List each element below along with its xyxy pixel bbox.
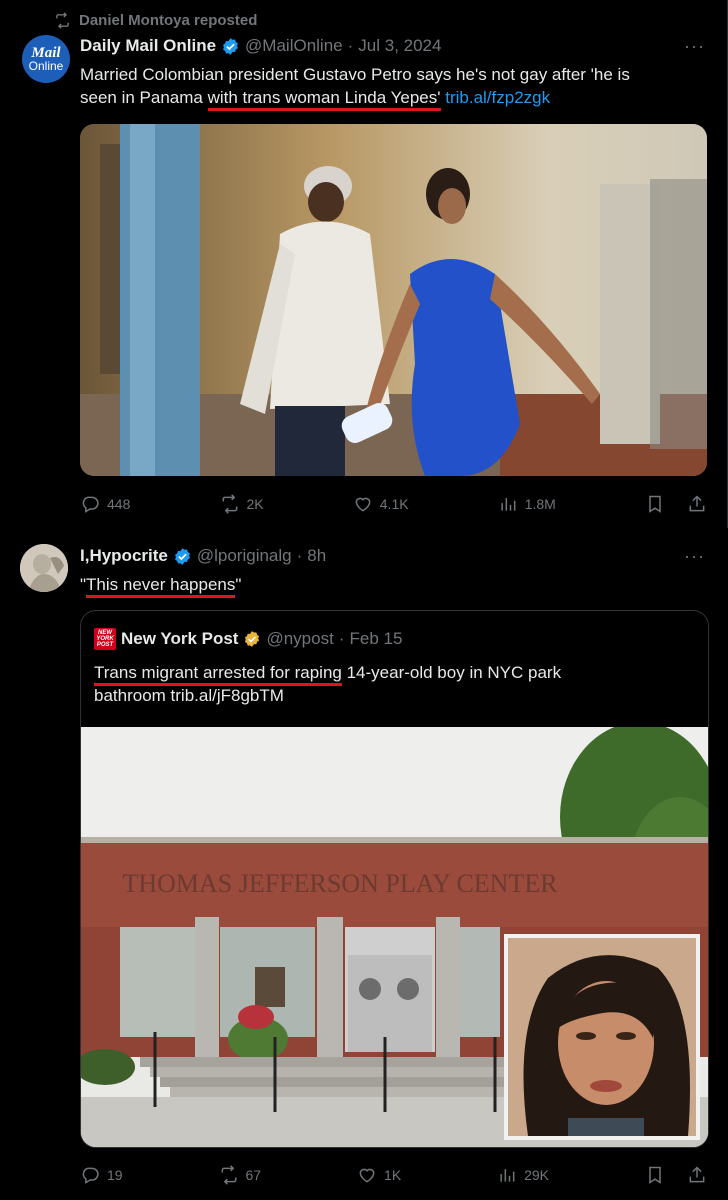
avatar-statue-image: [20, 544, 68, 592]
like-count: 4.1K: [379, 496, 409, 512]
repost-count: 67: [245, 1167, 262, 1183]
underlined-text: with trans woman Linda Yepes': [207, 88, 441, 111]
tweet-photo[interactable]: [80, 124, 707, 476]
repost-button[interactable]: 2K: [220, 494, 264, 514]
reply-count: 448: [107, 496, 131, 512]
views-count: 1.8M: [524, 496, 556, 512]
building-sign: THOMAS JEFFERSON PLAY CENTER: [122, 869, 558, 898]
gold-verified-badge-icon: [245, 631, 260, 647]
tweet-actions: 19 67 1K 29K: [80, 1165, 707, 1185]
avatar-line2: Online: [28, 58, 64, 73]
quote-photo[interactable]: THOMAS JEFFERSON PLAY CENTER: [81, 727, 708, 1147]
bookmark-icon[interactable]: [645, 494, 665, 514]
repost-icon: [56, 11, 69, 29]
like-icon: [359, 1168, 375, 1183]
repost-count: 2K: [246, 496, 264, 512]
repost-indicator[interactable]: Daniel Montoya reposted: [54, 9, 257, 31]
underlined-text: This never happens: [86, 575, 236, 598]
repost-label: Daniel Montoya reposted: [79, 11, 258, 29]
verified-badge-icon: [174, 547, 190, 565]
separator: [0, 528, 728, 540]
quote-header: NEW YORK POST New York Post @nypost · Fe…: [94, 628, 402, 650]
tweet-link[interactable]: trib.al/fzp2zgk: [445, 88, 550, 107]
like-button[interactable]: 1K: [357, 1165, 401, 1185]
tweet-text: "This never happens": [80, 573, 241, 598]
underlined-text: Trans migrant arrested for raping: [94, 663, 342, 686]
quote-date[interactable]: Feb 15: [350, 629, 403, 649]
views-count: 29K: [524, 1167, 550, 1183]
reply-icon: [82, 1167, 99, 1184]
reply-icon: [82, 496, 99, 513]
views-button[interactable]: 1.8M: [498, 494, 556, 514]
share-icon[interactable]: [687, 494, 707, 514]
author-handle[interactable]: @lporiginalg: [197, 546, 292, 566]
avatar-line1: Mail: [31, 44, 61, 61]
views-icon: [501, 498, 516, 511]
quote-author-name[interactable]: New York Post: [121, 629, 238, 649]
repost-button[interactable]: 67: [219, 1165, 262, 1185]
tweet-text-line2: seen in Panama with trans woman Linda Ye…: [80, 86, 710, 111]
like-button[interactable]: 4.1K: [353, 494, 409, 514]
tweet-text-line1: Married Colombian president Gustavo Petr…: [80, 65, 630, 84]
tweet-daily-mail[interactable]: Daniel Montoya reposted Mail Online Dail…: [0, 0, 728, 528]
tweet-header: Daily Mail Online @MailOnline · Jul 3, 2…: [80, 36, 442, 56]
avatar[interactable]: [20, 544, 68, 592]
views-icon: [500, 1169, 515, 1182]
repost-icon: [222, 494, 237, 514]
reply-count: 19: [107, 1167, 123, 1183]
reply-button[interactable]: 448: [80, 494, 130, 514]
quote-text: Trans migrant arrested for raping 14-yea…: [94, 661, 694, 707]
quote-author-handle[interactable]: @nypost: [266, 629, 333, 649]
tweet-date[interactable]: Jul 3, 2024: [358, 36, 441, 56]
tweet-date[interactable]: 8h: [307, 546, 326, 566]
like-icon: [355, 497, 371, 512]
nypost-logo: NEW YORK POST: [94, 628, 116, 650]
tweet-text: Married Colombian president Gustavo Petr…: [80, 63, 710, 111]
author-name[interactable]: I,Hypocrite: [80, 546, 168, 566]
tweet-actions: 448 2K 4.1K 1.8M: [80, 494, 707, 514]
quoted-tweet[interactable]: NEW YORK POST New York Post @nypost · Fe…: [80, 610, 709, 1148]
quote-text-line2: bathroom trib.al/jF8gbTM: [94, 686, 284, 705]
tweet-header: I,Hypocrite @lporiginalg · 8h: [80, 546, 327, 566]
more-icon[interactable]: ···: [684, 546, 705, 567]
bookmark-icon[interactable]: [645, 1165, 665, 1185]
share-icon[interactable]: [687, 1165, 707, 1185]
author-name[interactable]: Daily Mail Online: [80, 36, 216, 56]
verified-badge-icon: [223, 37, 238, 55]
author-handle[interactable]: @MailOnline: [245, 36, 343, 56]
reply-button[interactable]: 19: [80, 1165, 123, 1185]
like-count: 1K: [384, 1167, 402, 1183]
views-button[interactable]: 29K: [497, 1165, 549, 1185]
avatar[interactable]: Mail Online: [22, 35, 70, 83]
photo-couple-walking: [80, 124, 707, 476]
repost-icon: [221, 1165, 236, 1185]
more-icon[interactable]: ···: [684, 36, 705, 57]
mugshot-photo: [504, 934, 700, 1140]
